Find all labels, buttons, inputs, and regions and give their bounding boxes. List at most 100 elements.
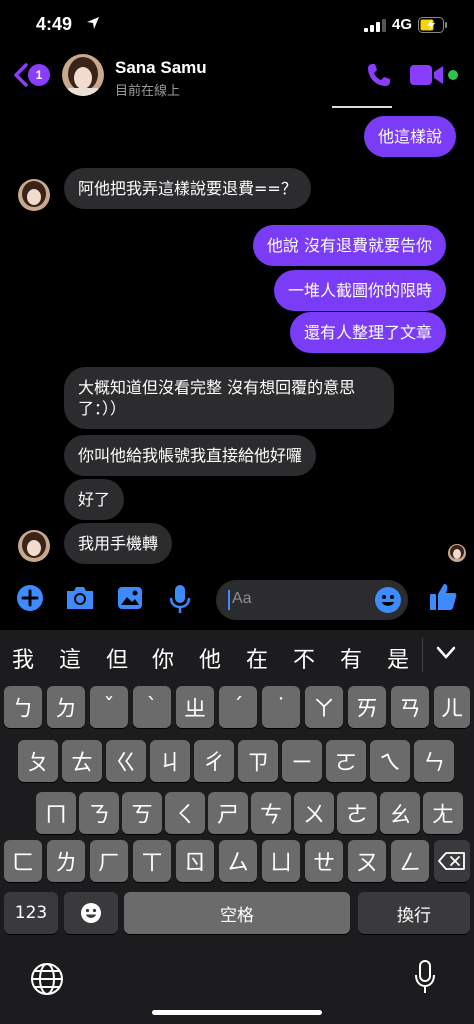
avatar[interactable] — [62, 54, 104, 96]
signal-strength-icon — [364, 19, 386, 32]
message-bubble-outgoing[interactable]: 還有人整理了文章 — [289, 312, 446, 353]
key[interactable]: ㄒ — [133, 840, 171, 882]
chevron-down-icon[interactable] — [436, 646, 456, 660]
message-bubble-incoming[interactable]: 好了 — [64, 479, 125, 520]
image-icon[interactable] — [116, 584, 144, 612]
key[interactable]: ㄆ — [18, 740, 58, 782]
key[interactable]: ˙ — [262, 686, 300, 728]
key[interactable]: ㄅ — [4, 686, 42, 728]
key[interactable]: ㄧ — [282, 740, 322, 782]
key[interactable]: ㄌ — [47, 840, 85, 882]
text-caret — [228, 590, 230, 610]
candidate-word[interactable]: 你 — [143, 642, 183, 674]
avatar[interactable] — [18, 530, 50, 562]
message-line: 了：）） — [78, 399, 127, 418]
message-composer: Aa — [0, 578, 474, 622]
phone-icon[interactable] — [366, 62, 392, 88]
key[interactable]: ㄐ — [150, 740, 190, 782]
key[interactable]: ㄨ — [294, 792, 334, 834]
key[interactable]: ㄉ — [47, 686, 85, 728]
key[interactable]: ㄦ — [434, 686, 470, 728]
key[interactable]: ㄡ — [348, 840, 386, 882]
key[interactable]: ㄘ — [251, 792, 291, 834]
presence-status: 目前在線上 — [115, 84, 181, 99]
candidate-word[interactable]: 但 — [97, 642, 137, 674]
key[interactable]: ˊ — [219, 686, 257, 728]
key[interactable]: ㄎ — [122, 792, 162, 834]
globe-icon[interactable] — [30, 962, 64, 996]
key[interactable]: ㄔ — [194, 740, 234, 782]
key[interactable]: ㄩ — [262, 840, 300, 882]
return-key[interactable]: 換行 — [358, 892, 470, 934]
key[interactable]: ㄢ — [391, 686, 429, 728]
message-bubble-outgoing[interactable]: 一堆人截圖你的限時 — [273, 270, 446, 311]
network-type: 4G — [392, 16, 413, 33]
contact-name[interactable]: Sana Samu — [115, 58, 207, 78]
battery-charging-icon — [418, 17, 447, 33]
message-bubble-incoming[interactable]: 你叫他給我帳號我直接給他好囉 — [64, 435, 317, 476]
unread-count-badge[interactable]: 1 — [28, 64, 50, 86]
video-camera-icon[interactable] — [410, 64, 444, 86]
candidate-word[interactable]: 不 — [284, 642, 324, 674]
home-indicator[interactable] — [152, 1010, 322, 1015]
key[interactable]: ㄇ — [36, 792, 76, 834]
key[interactable]: ˋ — [133, 686, 171, 728]
emoji-key[interactable] — [64, 892, 118, 934]
key[interactable]: ㄑ — [165, 792, 205, 834]
avatar[interactable] — [18, 179, 50, 211]
dictation-microphone-icon[interactable] — [414, 960, 436, 994]
camera-icon[interactable] — [64, 584, 96, 612]
conversation-header: 1 Sana Samu 目前在線上 — [0, 50, 474, 102]
key[interactable]: ㄊ — [62, 740, 102, 782]
message-bubble-incoming[interactable]: 阿他把我弄這樣說要退費==？ — [64, 168, 311, 209]
key[interactable]: ㄗ — [238, 740, 278, 782]
message-input[interactable]: Aa — [216, 580, 408, 620]
key[interactable]: ㄚ — [305, 686, 343, 728]
backspace-key[interactable] — [434, 840, 470, 882]
message-line: 大概知道但沒看完整 沒有想回覆的意思 — [78, 378, 356, 397]
online-indicator — [448, 70, 458, 80]
emoji-icon — [81, 903, 101, 923]
key[interactable]: ㄍ — [106, 740, 146, 782]
key[interactable]: ㄝ — [305, 840, 343, 882]
candidate-word[interactable]: 這 — [50, 642, 90, 674]
space-key[interactable]: 空格 — [124, 892, 350, 934]
key[interactable]: ㄋ — [79, 792, 119, 834]
key[interactable]: ㄙ — [219, 840, 257, 882]
emoji-icon[interactable] — [374, 586, 402, 614]
scroll-indicator — [332, 106, 392, 108]
zhuyin-keyboard: 我 這 但 你 他 在 不 有 是 ㄅ ㄉ ˇ ˋ ㄓ ˊ ˙ ㄚ ㄞ ㄢ ㄦ … — [0, 630, 474, 1024]
key[interactable]: ㄜ — [337, 792, 377, 834]
key[interactable]: ㄣ — [414, 740, 454, 782]
key[interactable]: ㄠ — [380, 792, 420, 834]
key[interactable]: ㄕ — [208, 792, 248, 834]
key[interactable]: ㄖ — [176, 840, 214, 882]
candidate-word[interactable]: 有 — [331, 642, 371, 674]
candidate-word[interactable]: 是 — [378, 642, 418, 674]
microphone-icon[interactable] — [168, 584, 192, 614]
key[interactable]: ㄟ — [370, 740, 410, 782]
numbers-key[interactable]: 123 — [4, 892, 58, 934]
read-receipt-avatar — [448, 544, 466, 562]
key[interactable]: ˇ — [90, 686, 128, 728]
candidate-divider — [422, 638, 423, 672]
candidate-word[interactable]: 他 — [190, 642, 230, 674]
key[interactable]: ㄓ — [176, 686, 214, 728]
key[interactable]: ㄥ — [391, 840, 429, 882]
key[interactable]: ㄛ — [326, 740, 366, 782]
backspace-icon — [438, 852, 465, 870]
status-time: 4:49 — [36, 14, 73, 34]
key[interactable]: ㄤ — [423, 792, 463, 834]
candidate-word[interactable]: 我 — [3, 642, 43, 674]
message-bubble-outgoing[interactable]: 他說 沒有退費就要告你 — [252, 225, 446, 266]
thumbs-up-icon[interactable] — [428, 582, 458, 612]
candidate-word[interactable]: 在 — [237, 642, 277, 674]
plus-circle-icon[interactable] — [16, 584, 44, 612]
message-bubble-outgoing[interactable]: 他這樣說 — [363, 116, 456, 157]
message-bubble-incoming[interactable]: 我用手機轉 — [64, 523, 173, 564]
key[interactable]: ㄏ — [90, 840, 128, 882]
key[interactable]: ㄞ — [348, 686, 386, 728]
key[interactable]: ㄈ — [4, 840, 42, 882]
location-arrow-icon — [87, 17, 99, 29]
message-bubble-incoming[interactable]: 大概知道但沒看完整 沒有想回覆的意思 了：）） — [64, 367, 394, 429]
